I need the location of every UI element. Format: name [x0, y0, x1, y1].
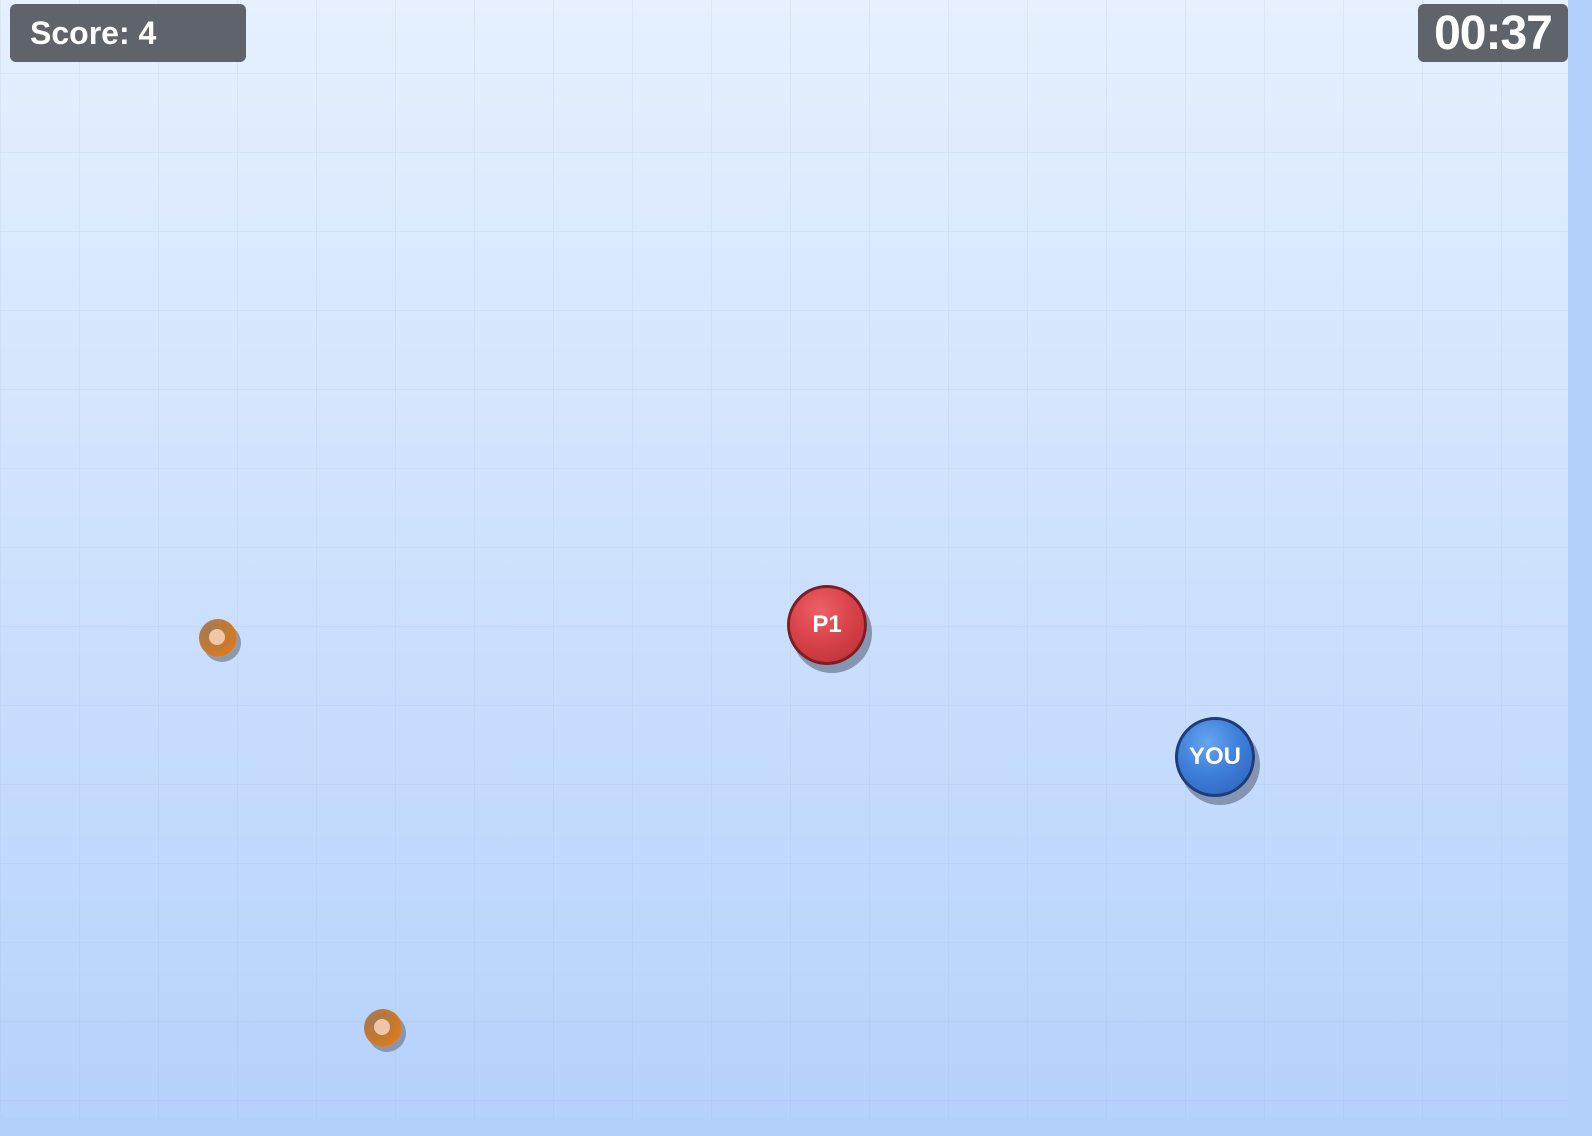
score-label: Score: 4	[30, 14, 157, 51]
orb-pickup	[364, 1009, 402, 1047]
score-panel: Score: 4	[10, 4, 246, 62]
opponent-player-p1: P1	[787, 585, 867, 665]
orb-highlight	[209, 629, 225, 645]
timer-label: 00:37	[1434, 6, 1553, 60]
player-label: YOU	[1188, 743, 1241, 770]
player-you[interactable]: YOU	[1175, 717, 1255, 797]
orb-highlight	[374, 1019, 390, 1035]
game-arena[interactable]: Score: 4 00:37 P1 YOU	[0, 0, 1568, 1119]
timer-panel: 00:37	[1418, 4, 1568, 62]
orb-pickup	[199, 619, 237, 657]
player-label: P1	[812, 611, 842, 638]
